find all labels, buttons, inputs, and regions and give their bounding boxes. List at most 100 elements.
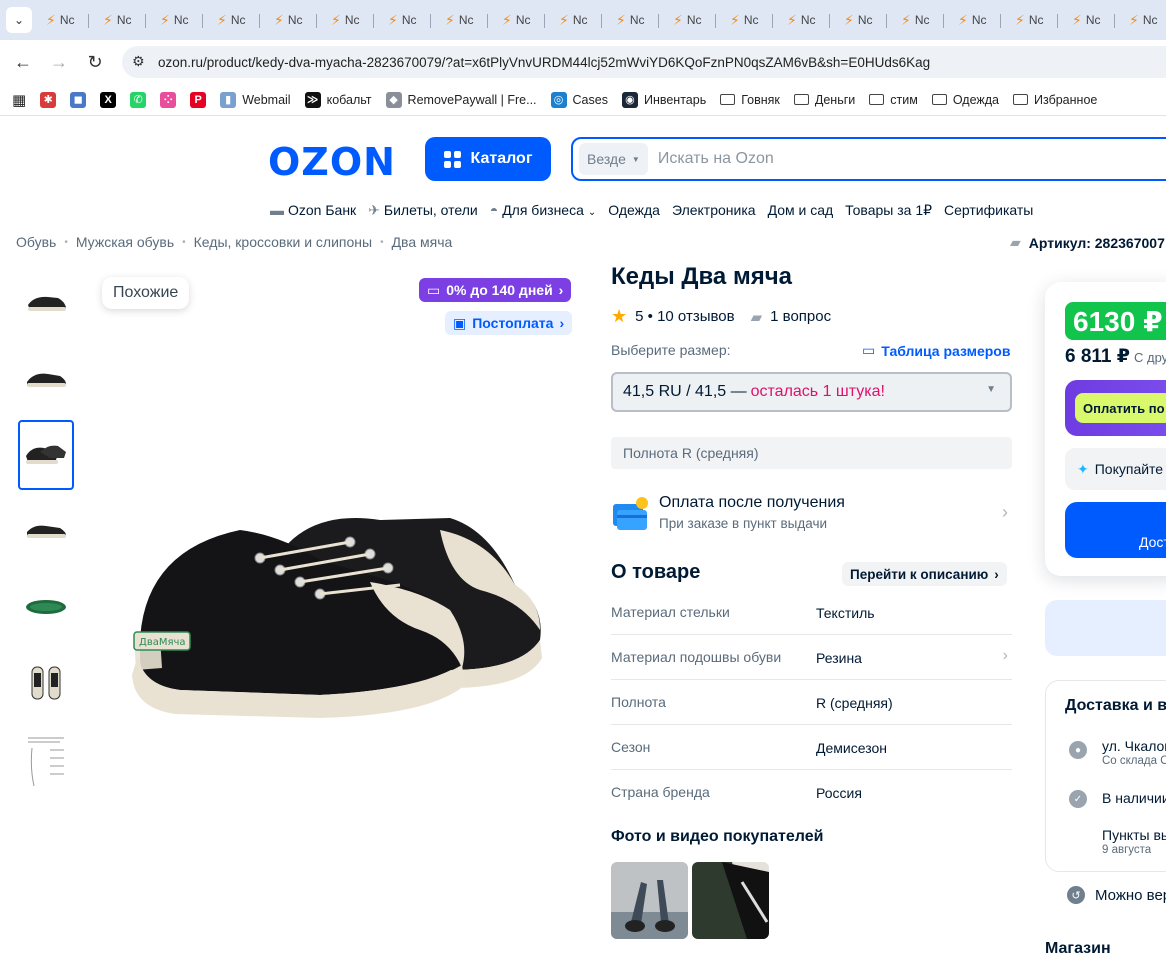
regular-price: 6 811 ₽ С дру — [1065, 345, 1166, 368]
search-bar[interactable]: Везде ▼ Искать на Ozon — [571, 137, 1166, 181]
size-table-link[interactable]: ▭ Таблица размеров — [862, 342, 1010, 359]
customer-photo[interactable] — [611, 862, 688, 939]
bookmark-item[interactable]: ✆ — [130, 91, 147, 108]
fullness-option[interactable]: Полнота R (средняя) — [611, 437, 1012, 469]
rating-row[interactable]: ★ 5 • 10 отзывов ▰ 1 вопрос — [611, 306, 831, 327]
top-nav-item[interactable]: Сертификаты — [944, 202, 1033, 218]
ozon-logo[interactable]: OZON — [268, 140, 396, 184]
gallery-thumbnail[interactable] — [18, 344, 74, 414]
browser-tab[interactable]: ⚡ Nc — [146, 6, 203, 34]
browser-tab[interactable]: ⚡ Nc — [716, 6, 773, 34]
browser-tab[interactable]: ⚡ Nc — [203, 6, 260, 34]
info-banner[interactable] — [1045, 600, 1166, 656]
customer-photo[interactable] — [692, 862, 769, 939]
browser-tab[interactable]: ⚡ Nc — [1058, 6, 1115, 34]
top-nav-item[interactable]: Товары за 1₽ — [845, 202, 932, 218]
search-input[interactable]: Искать на Ozon — [658, 150, 774, 168]
bookmark-item[interactable]: ≫ кобальт — [304, 91, 372, 108]
bookmark-item[interactable]: X — [100, 91, 117, 108]
return-info[interactable]: ↺ Можно вер — [1067, 886, 1166, 904]
back-button[interactable]: ← — [5, 44, 41, 80]
postpay-badge[interactable]: ▣ Постоплата › — [445, 311, 573, 335]
pickup-points[interactable]: Пункты вы 9 августа — [1102, 827, 1166, 856]
breadcrumb-item[interactable]: Мужская обувь — [76, 234, 174, 250]
promo-banner[interactable]: ✦ Покупайте — [1065, 448, 1166, 490]
top-nav-item[interactable]: Одежда — [608, 202, 660, 218]
credit-badge[interactable]: ▭ 0% до 140 дней › — [419, 278, 572, 302]
paylater-subtitle: При заказе в пункт выдачи — [659, 516, 828, 531]
bookmark-item[interactable]: ⁘ — [160, 91, 177, 108]
breadcrumb-item[interactable]: Два мяча — [392, 234, 453, 250]
browser-tab[interactable]: ⚡ Nc — [944, 6, 1001, 34]
apps-grid-icon[interactable]: ▦ — [12, 91, 26, 109]
bookmark-item[interactable]: ◆ RemovePaywall | Fre... — [385, 91, 537, 108]
gallery-thumbnail[interactable] — [18, 572, 74, 642]
top-nav-item[interactable]: Электроника — [672, 202, 756, 218]
browser-tab[interactable]: ⚡ Nc — [260, 6, 317, 34]
forward-button[interactable]: → — [41, 44, 77, 80]
browser-tab[interactable]: ⚡ Nc — [89, 6, 146, 34]
main-product-image[interactable]: ДваМяча — [120, 490, 560, 730]
bookmark-item[interactable]: Говняк — [720, 93, 780, 107]
whatsapp-icon: ✆ — [130, 91, 147, 108]
breadcrumb-item[interactable]: Кеды, кроссовки и слипоны — [194, 234, 372, 250]
bookmark-item[interactable]: ✱ — [40, 91, 57, 108]
caret-down-icon: ▼ — [986, 384, 996, 395]
article-number[interactable]: ▰ Артикул: 282367007 — [1010, 234, 1165, 251]
size-select[interactable]: 41,5 RU / 41,5 — осталась 1 штука! ▼ — [611, 372, 1012, 412]
spec-row[interactable]: Материал подошвы обуви Резина › — [611, 635, 1012, 680]
questions-link[interactable]: 1 вопрос — [770, 308, 831, 325]
pickup-date: 9 августа — [1102, 844, 1152, 856]
search-scope-select[interactable]: Везде ▼ — [579, 143, 648, 175]
bookmark-item[interactable]: Деньги — [793, 93, 855, 107]
top-nav-item[interactable]: Дом и сад — [768, 202, 834, 218]
pay-banner[interactable]: Оплатить по — [1065, 380, 1166, 436]
bolt-icon: ⚡ — [673, 11, 683, 28]
browser-tab[interactable]: ⚡ Nc — [374, 6, 431, 34]
browser-tab[interactable]: ⚡ Nc — [545, 6, 602, 34]
browser-tab[interactable]: ⚡ Nc — [887, 6, 944, 34]
site-settings-icon[interactable]: ⚙ — [132, 53, 145, 70]
tab-search-button[interactable]: ⌄ — [6, 7, 32, 33]
delivery-address[interactable]: ул. Чкалов Со склада О — [1102, 738, 1166, 767]
browser-tab[interactable]: ⚡ Nc — [1115, 6, 1166, 34]
gallery-thumbnail[interactable] — [18, 724, 74, 794]
gallery-thumbnail[interactable] — [18, 420, 74, 490]
gallery-thumbnail[interactable] — [18, 268, 74, 338]
go-to-description-button[interactable]: Перейти к описанию › — [842, 562, 1007, 586]
bookmark-item[interactable]: ▮ Webmail — [220, 91, 291, 108]
bookmark-item[interactable]: стим — [869, 93, 918, 107]
bookmark-item[interactable]: ◼ — [70, 91, 87, 108]
top-nav-item[interactable]: ▬ Ozon Банк — [270, 202, 356, 218]
breadcrumb-item[interactable]: Обувь — [16, 234, 56, 250]
pay-after-receipt[interactable]: Оплата после получения При заказе в пунк… — [611, 494, 1012, 538]
browser-tab[interactable]: ⚡ Nc — [659, 6, 716, 34]
reviews-link[interactable]: 10 отзывов — [657, 308, 735, 325]
browser-tab[interactable]: ⚡ Nc — [431, 6, 488, 34]
top-nav-item[interactable]: ✈ Билеты, отели — [368, 202, 478, 218]
bookmark-item[interactable]: Одежда — [931, 93, 999, 107]
top-nav-item[interactable]: ◓ Для бизнеса ⌄ — [490, 202, 597, 218]
add-to-cart-button[interactable]: Дост — [1065, 502, 1166, 558]
browser-tab[interactable]: ⚡ Nc — [32, 6, 89, 34]
catalog-button[interactable]: Каталог — [425, 137, 551, 181]
bookmark-item[interactable]: ◎ Cases — [550, 91, 608, 108]
bookmark-item[interactable]: Избранное — [1013, 93, 1097, 107]
browser-tab[interactable]: ⚡ Nc — [1001, 6, 1058, 34]
browser-tab[interactable]: ⚡ Nc — [317, 6, 374, 34]
cards-icon — [613, 497, 648, 530]
reload-button[interactable]: ↻ — [77, 44, 113, 80]
chevron-right-icon: › — [1002, 647, 1008, 664]
gallery-thumbnail[interactable] — [18, 648, 74, 718]
browser-tab[interactable]: ⚡ Nc — [488, 6, 545, 34]
pay-button[interactable]: Оплатить по — [1075, 393, 1166, 423]
specs-list: Материал стельки Текстиль Материал подошвы… — [611, 590, 1012, 815]
url-field[interactable]: ⚙ ozon.ru/product/kedy-dva-myacha-282367… — [122, 46, 1166, 78]
bookmark-item[interactable]: P — [190, 91, 207, 108]
browser-tab[interactable]: ⚡ Nc — [830, 6, 887, 34]
browser-tab[interactable]: ⚡ Nc — [773, 6, 830, 34]
similar-button[interactable]: Похожие — [102, 277, 190, 309]
browser-tab[interactable]: ⚡ Nc — [602, 6, 659, 34]
bookmark-item[interactable]: ◉ Инвентарь — [621, 91, 706, 108]
gallery-thumbnail[interactable] — [18, 496, 74, 566]
